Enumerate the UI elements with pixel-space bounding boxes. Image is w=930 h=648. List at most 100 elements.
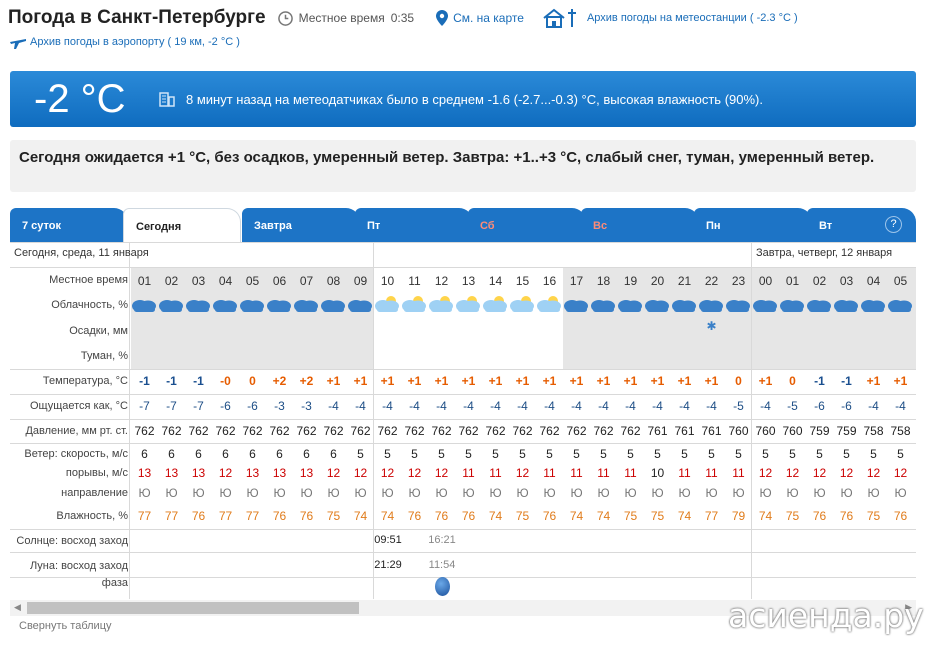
overcast-cloud-icon — [726, 300, 750, 312]
tab-3[interactable]: Пт — [355, 208, 473, 242]
gust-cell: 12 — [893, 466, 908, 480]
feels-cell: -4 — [706, 399, 717, 413]
weather-station-icon — [543, 8, 576, 28]
overcast-cloud-icon — [213, 300, 237, 312]
scrollbar-thumb[interactable] — [27, 602, 359, 614]
tab-4[interactable]: Сб — [468, 208, 586, 242]
direction-cell: Ю — [354, 486, 367, 500]
pressure-cell: 761 — [674, 424, 695, 438]
overcast-cloud-icon — [294, 300, 318, 312]
humidity-cell: 74 — [488, 509, 503, 523]
direction-cell: Ю — [867, 486, 880, 500]
direction-cell: Ю — [786, 486, 799, 500]
tab-6[interactable]: Пн — [694, 208, 812, 242]
tab-2[interactable]: Завтра — [242, 208, 360, 242]
humidity-cell: 74 — [677, 509, 692, 523]
gust-cell: 13 — [245, 466, 260, 480]
humidity-cell: 74 — [569, 509, 584, 523]
pressure-cell: 762 — [161, 424, 182, 438]
humidity-cell: 75 — [866, 509, 881, 523]
collapse-table-link[interactable]: Свернуть таблицу — [19, 620, 112, 632]
gust-cell: 13 — [272, 466, 287, 480]
gust-cell: 13 — [299, 466, 314, 480]
overcast-cloud-icon — [888, 300, 912, 312]
row-divider — [10, 577, 916, 578]
direction-cell: Ю — [678, 486, 691, 500]
help-icon[interactable]: ? — [885, 216, 902, 233]
temp-cell: +1 — [326, 374, 341, 388]
station-archive-link[interactable]: Архив погоды на метеостанции ( -2.3 °C ) — [542, 7, 798, 29]
label-wind: Ветер: скорость, м/с — [24, 448, 128, 460]
humidity-cell: 75 — [326, 509, 341, 523]
overcast-cloud-icon — [618, 300, 642, 312]
pressure-cell: 761 — [701, 424, 722, 438]
page-title: Погода в Санкт-Петербурге — [8, 7, 266, 28]
feels-cell: -4 — [760, 399, 771, 413]
direction-cell: Ю — [489, 486, 502, 500]
wind-cell: 5 — [438, 447, 445, 461]
feels-cell: -4 — [598, 399, 609, 413]
wind-cell: 5 — [654, 447, 661, 461]
pressure-cell: 758 — [863, 424, 884, 438]
wind-cell: 5 — [816, 447, 823, 461]
day-header-today: Сегодня, среда, 11 января — [14, 247, 149, 259]
wind-cell: 6 — [330, 447, 337, 461]
temp-cell: -1 — [841, 374, 852, 388]
hour-cell: 08 — [326, 274, 341, 288]
row-divider — [10, 552, 916, 553]
temp-cell: -1 — [814, 374, 825, 388]
feels-cell: -4 — [868, 399, 879, 413]
column-divider — [129, 243, 130, 599]
partly-cloudy-icon — [537, 296, 561, 312]
map-link[interactable]: См. на карте — [436, 10, 524, 26]
wind-cell: 6 — [222, 447, 229, 461]
wind-cell: 5 — [762, 447, 769, 461]
overcast-cloud-icon — [699, 300, 723, 312]
feels-cell: -6 — [247, 399, 258, 413]
gust-cell: 11 — [462, 466, 475, 480]
humidity-cell: 74 — [596, 509, 611, 523]
tab-0[interactable]: 7 суток — [10, 208, 128, 242]
direction-cell: Ю — [138, 486, 151, 500]
tab-5[interactable]: Вс — [581, 208, 699, 242]
tab-1[interactable]: Сегодня — [123, 208, 241, 242]
label-precip: Осадки, мм — [69, 325, 128, 337]
feels-cell: -4 — [652, 399, 663, 413]
map-pin-icon — [436, 10, 449, 26]
building-sensor-icon — [159, 92, 175, 107]
hourly-table: Сегодня, среда, 11 января Завтра, четверг… — [10, 242, 916, 599]
wind-cell: 5 — [789, 447, 796, 461]
hour-cell: 14 — [488, 274, 503, 288]
feels-cell: -4 — [679, 399, 690, 413]
temp-cell: +1 — [569, 374, 584, 388]
label-dir: направление — [61, 487, 128, 499]
direction-cell: Ю — [543, 486, 556, 500]
feels-cell: -4 — [625, 399, 636, 413]
humidity-cell: 74 — [758, 509, 773, 523]
overcast-cloud-icon — [861, 300, 885, 312]
direction-cell: Ю — [894, 486, 907, 500]
current-description: 8 минут назад на метеодатчиках было в ср… — [186, 91, 763, 107]
humidity-cell: 76 — [191, 509, 206, 523]
feels-cell: -4 — [544, 399, 555, 413]
gust-cell: 10 — [650, 466, 665, 480]
airport-archive-link[interactable]: Архив погоды в аэропорту ( 19 км, -2 °C … — [10, 35, 240, 49]
humidity-cell: 75 — [785, 509, 800, 523]
feels-cell: -4 — [490, 399, 501, 413]
humidity-cell: 76 — [542, 509, 557, 523]
direction-cell: Ю — [165, 486, 178, 500]
wind-cell: 5 — [681, 447, 688, 461]
label-gusts: порывы, м/с — [65, 467, 128, 479]
temp-cell: +2 — [299, 374, 314, 388]
direction-cell: Ю — [705, 486, 718, 500]
label-fog: Туман, % — [80, 350, 128, 362]
partly-cloudy-icon — [483, 296, 507, 312]
hour-cell: 05 — [893, 274, 908, 288]
wind-cell: 5 — [870, 447, 877, 461]
hour-cell: 04 — [866, 274, 881, 288]
direction-cell: Ю — [624, 486, 637, 500]
hour-cell: 13 — [461, 274, 476, 288]
wind-cell: 6 — [141, 447, 148, 461]
scroll-left-icon[interactable]: ◀ — [14, 602, 21, 613]
humidity-cell: 76 — [272, 509, 287, 523]
